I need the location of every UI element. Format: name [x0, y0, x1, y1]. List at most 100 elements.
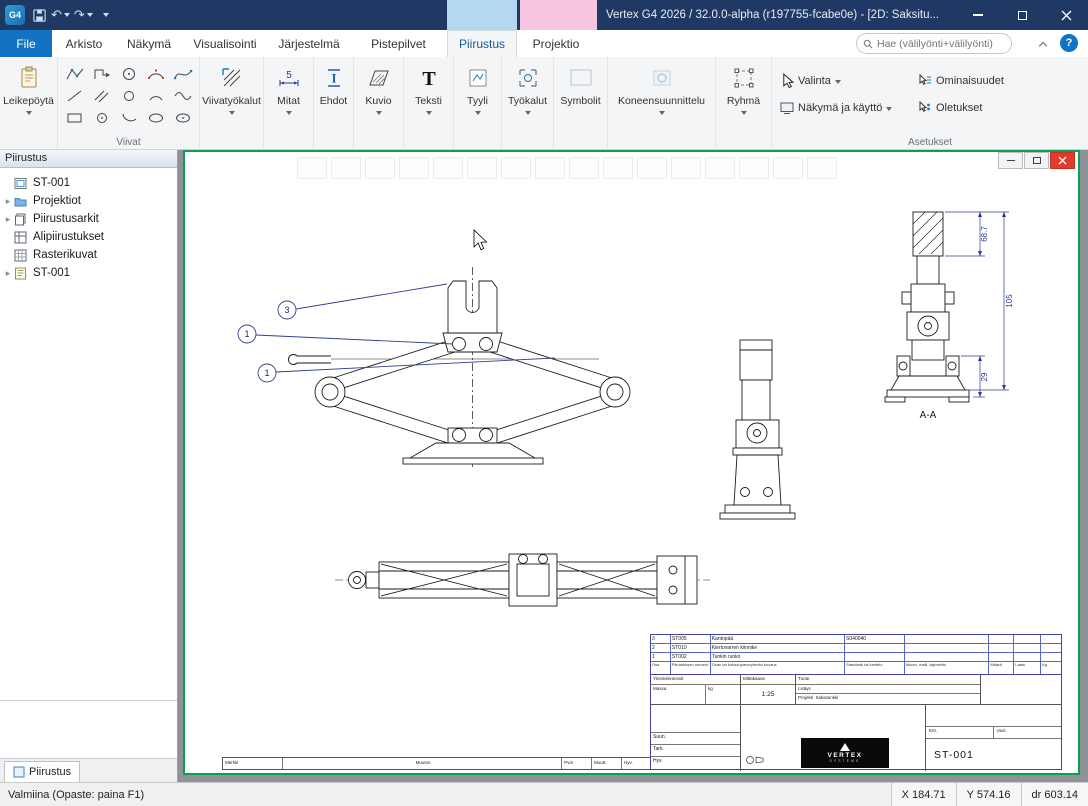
parallel-lines-icon[interactable] — [89, 85, 115, 106]
wave-line-icon[interactable] — [170, 85, 196, 106]
tab-piirustus[interactable]: Piirustus — [447, 30, 517, 57]
document-icon — [14, 267, 29, 280]
title-bar: G4 ↶ ↷ Vertex G4 2026 / 32.0.0-alpha (r1… — [0, 0, 1088, 30]
tab-jarjestelma[interactable]: Järjestelmä — [268, 30, 350, 57]
arc-3point-icon[interactable] — [143, 63, 169, 84]
hatch-icon — [367, 64, 391, 92]
text-dropdown-icon — [426, 111, 432, 115]
text-button[interactable]: T Teksti — [404, 57, 453, 149]
tab-file[interactable]: File — [0, 30, 52, 57]
arc-icon[interactable] — [143, 85, 169, 106]
view-and-use-label: Näkymä ja käyttö — [798, 102, 882, 114]
polyline-icon[interactable] — [62, 63, 88, 84]
selection-dropdown-icon — [835, 80, 841, 84]
tab-pistepilvet[interactable]: Pistepilvet — [350, 30, 447, 57]
circle-point-icon[interactable] — [89, 107, 115, 128]
machine-design-icon — [650, 64, 674, 92]
qat-customize-button[interactable] — [95, 4, 115, 26]
rectangle-icon[interactable] — [62, 107, 88, 128]
tab-nakyma[interactable]: Näkymä — [116, 30, 182, 57]
corner-line-icon[interactable] — [89, 63, 115, 84]
contextual-tab-group-projection — [520, 0, 597, 30]
clipboard-icon — [17, 64, 41, 92]
text-icon: T — [417, 64, 441, 92]
balloon-3[interactable]: 3 — [284, 305, 289, 315]
spline-icon[interactable] — [170, 63, 196, 84]
circle-icon[interactable] — [116, 85, 142, 106]
tools-button[interactable]: Työkalut — [502, 57, 553, 149]
redo-icon: ↷ — [74, 7, 85, 23]
status-bar: Valmiina (Opaste: paina F1) X 184.71 Y 5… — [0, 782, 1088, 806]
style-button[interactable]: Tyyli — [454, 57, 501, 149]
dimension-68-7[interactable]: 68.7 — [980, 226, 989, 242]
circle-center-icon[interactable] — [116, 63, 142, 84]
group-button[interactable]: Ryhmä — [716, 57, 771, 149]
tab-arkisto[interactable]: Arkisto — [52, 30, 116, 57]
view-dropdown-icon — [886, 107, 892, 111]
revision-strip[interactable]: Merkki Muutos Pvm Muutt. Hyv. — [222, 757, 650, 770]
undo-dropdown-icon — [64, 13, 70, 17]
redo-button[interactable]: ↷ — [72, 4, 95, 26]
ribbon-group-machine-design: Koneensuunnittelu — [608, 57, 716, 149]
ribbon-group-settings: Valinta Ominaisuudet Näkymä ja käyttö Ol… — [772, 57, 1088, 149]
tab-visualisointi[interactable]: Visualisointi — [182, 30, 268, 57]
line-icon[interactable] — [62, 85, 88, 106]
defaults-button[interactable]: Oletukset — [918, 94, 1058, 121]
tree-item-rasterikuvat[interactable]: Rasterikuvat — [0, 246, 177, 264]
constraints-button[interactable]: I Ehdot — [314, 57, 353, 149]
expander-icon[interactable]: ▸ — [2, 196, 14, 207]
vertex-logo: VERTEX SYSTEMS — [801, 738, 889, 768]
ribbon-group-constraints: I Ehdot — [314, 57, 354, 149]
search-input[interactable] — [877, 38, 1005, 50]
search-box[interactable] — [856, 33, 1012, 54]
hatch-button[interactable]: Kuvio — [354, 57, 403, 149]
ellipse-icon[interactable] — [143, 107, 169, 128]
help-button[interactable]: ? — [1060, 34, 1078, 52]
expander-icon[interactable]: ▸ — [2, 214, 14, 225]
tree-item-alipiirustukset[interactable]: Alipiirustukset — [0, 228, 177, 246]
scale-value: 1:25 — [741, 685, 795, 704]
section-view-aa — [885, 212, 969, 402]
undo-button[interactable]: ↶ — [49, 4, 72, 26]
dimension-29[interactable]: 29 — [980, 372, 989, 381]
tree-item-piirustusarkit[interactable]: ▸ Piirustusarkit — [0, 210, 177, 228]
view-and-use-button[interactable]: Näkymä ja käyttö — [780, 94, 918, 121]
ribbon-group-symbols: Symbolit — [554, 57, 608, 149]
balloon-1b[interactable]: 1 — [264, 368, 269, 378]
tree-item-projektiot[interactable]: ▸ Projektiot — [0, 192, 177, 210]
symbols-button[interactable]: Symbolit — [554, 57, 607, 149]
ribbon-group-style: Tyyli — [454, 57, 502, 149]
lines-group-label: Viivat — [58, 137, 199, 148]
properties-button[interactable]: Ominaisuudet — [918, 67, 1058, 94]
tree-item-st001-root[interactable]: ST-001 — [0, 174, 177, 192]
group-label: Ryhmä — [727, 95, 760, 107]
app-logo-icon[interactable]: G4 — [5, 5, 25, 25]
machine-design-button[interactable]: Koneensuunnittelu — [608, 57, 715, 149]
maximize-button[interactable] — [1000, 0, 1044, 30]
arc-open-icon[interactable] — [116, 107, 142, 128]
expander-icon[interactable]: ▸ — [2, 268, 14, 279]
dimension-105[interactable]: 105 — [1005, 294, 1014, 308]
tab-projektio[interactable]: Projektio — [517, 30, 595, 57]
tools-label: Työkalut — [508, 95, 547, 107]
collapse-ribbon-button[interactable] — [1040, 38, 1054, 52]
view-icon — [780, 101, 794, 115]
tools-dropdown-icon — [525, 111, 531, 115]
close-button[interactable] — [1044, 0, 1088, 30]
ribbon-group-clipboard: Leikepöytä — [0, 57, 58, 149]
selection-button[interactable]: Valinta — [780, 67, 918, 94]
panel-tab-piirustus[interactable]: Piirustus — [4, 761, 80, 782]
title-block[interactable]: 3ST005KantopääS040040 2ST010Kiertovarren… — [650, 634, 1062, 770]
drawing-canvas[interactable]: 3 1 1 — [183, 150, 1080, 775]
maximize-icon — [1018, 11, 1027, 20]
balloon-1a[interactable]: 1 — [244, 329, 249, 339]
dimensions-button[interactable]: 5 Mitat — [264, 57, 313, 149]
close-icon — [1061, 10, 1072, 21]
clipboard-button[interactable]: Leikepöytä — [0, 57, 57, 149]
save-button[interactable] — [29, 4, 49, 26]
contextual-tab-group-drawing — [447, 0, 517, 30]
line-tools-button[interactable]: Viivatyökalut — [200, 57, 263, 149]
ellipse-center-icon[interactable] — [170, 107, 196, 128]
minimize-button[interactable] — [956, 0, 1000, 30]
tree-item-st001-doc[interactable]: ▸ ST-001 — [0, 264, 177, 282]
